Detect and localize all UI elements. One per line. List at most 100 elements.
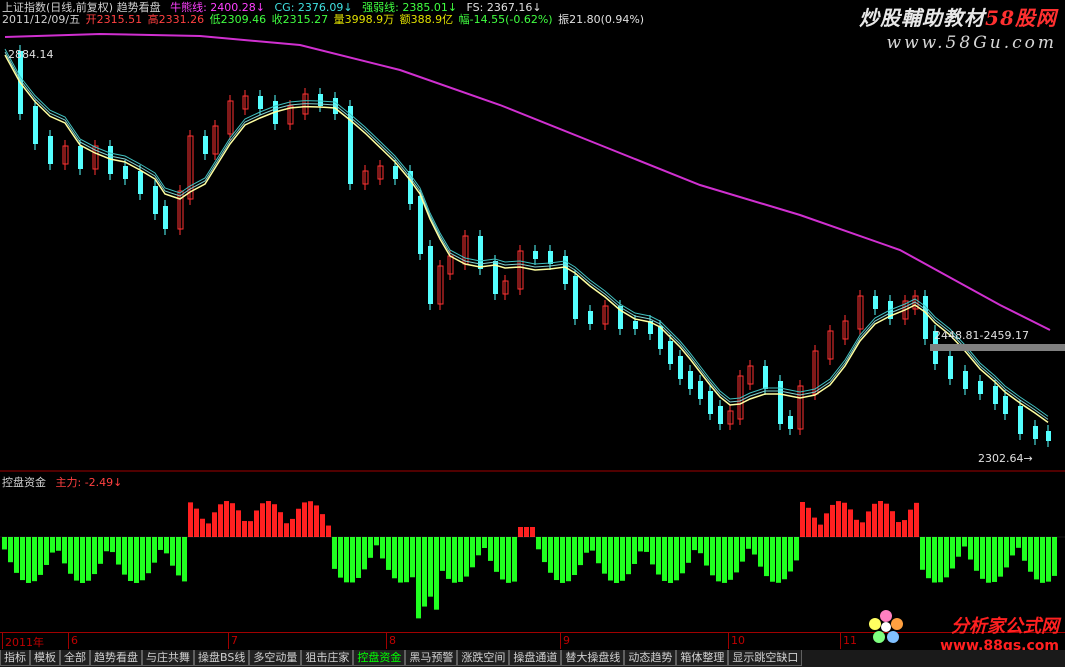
tab-item[interactable]: 模板 bbox=[30, 650, 60, 666]
indicator-bar bbox=[746, 537, 751, 549]
tab-item[interactable]: 箱体整理 bbox=[676, 650, 729, 666]
indicator-header: 控盘资金 主力: -2.49↓ bbox=[2, 476, 128, 489]
indicator-bar bbox=[524, 527, 529, 537]
indicator-bar bbox=[932, 537, 937, 583]
indicator-bar bbox=[896, 522, 901, 537]
indicator-bar bbox=[542, 537, 547, 563]
indicator-bar bbox=[686, 537, 691, 563]
candle-body bbox=[33, 106, 38, 144]
indicator-bar bbox=[170, 537, 175, 566]
tab-item[interactable]: 趋势看盘 bbox=[90, 650, 142, 666]
indicator-bar bbox=[890, 511, 895, 537]
indicator-bar bbox=[1034, 537, 1039, 580]
tab-item[interactable]: 狙击庄家 bbox=[301, 650, 354, 666]
tab-item[interactable]: 全部 bbox=[60, 650, 90, 666]
indicator-bar bbox=[224, 501, 229, 537]
indicator-bar bbox=[716, 537, 721, 582]
indicator-bar bbox=[602, 537, 607, 574]
time-axis-tick bbox=[728, 633, 729, 649]
indicator-bar bbox=[794, 537, 799, 561]
indicator-bar bbox=[332, 537, 337, 569]
indicator-bar bbox=[152, 537, 157, 563]
indicator-bar bbox=[326, 525, 331, 537]
indicator-main-value: 主力: -2.49↓ bbox=[55, 476, 123, 489]
indicator-bar bbox=[356, 537, 361, 578]
candle-body bbox=[533, 251, 538, 259]
indicator-bar bbox=[788, 537, 793, 572]
indicator-bar bbox=[212, 512, 217, 537]
indicator-bar bbox=[950, 537, 955, 569]
tab-item[interactable]: 与庄共舞 bbox=[142, 650, 194, 666]
candle-body bbox=[573, 276, 578, 319]
indicator-bar bbox=[974, 537, 979, 571]
indicator-bar bbox=[446, 537, 451, 579]
candle-body bbox=[138, 171, 143, 194]
indicator-bar bbox=[812, 517, 817, 537]
candle-body bbox=[668, 341, 673, 364]
indicator-bar bbox=[968, 537, 973, 560]
tab-item[interactable]: 操盘通道 bbox=[509, 650, 562, 666]
time-axis-tick bbox=[840, 633, 841, 649]
indicator-bar bbox=[386, 537, 391, 570]
indicator-bar bbox=[476, 537, 481, 556]
indicator-bar bbox=[806, 507, 811, 537]
tab-item[interactable]: 指标 bbox=[0, 650, 30, 666]
candle-body bbox=[978, 381, 983, 394]
indicator-bar bbox=[482, 537, 487, 548]
tab-item[interactable]: 显示跳空缺口 bbox=[728, 650, 803, 666]
candle-body bbox=[873, 296, 878, 309]
indicator-bar bbox=[980, 537, 985, 579]
indicator-bar bbox=[26, 537, 31, 583]
indicator-bar bbox=[536, 537, 541, 550]
indicator-bar bbox=[44, 537, 49, 565]
indicator-bar bbox=[410, 537, 415, 578]
site-logo: 分析家公式网 www.88gs.com bbox=[940, 612, 1059, 654]
tab-item[interactable]: 操盘BS线 bbox=[194, 650, 250, 666]
indicator-bar bbox=[734, 537, 739, 573]
tab-item[interactable]: 多空动量 bbox=[249, 650, 302, 666]
candle-body bbox=[563, 256, 568, 284]
time-axis-tick bbox=[2, 633, 3, 649]
indicator-bar bbox=[758, 537, 763, 567]
candle-body bbox=[1003, 396, 1008, 414]
indicator-bar bbox=[662, 537, 667, 581]
tab-item[interactable]: 涨跌空间 bbox=[457, 650, 510, 666]
indicator-bar bbox=[14, 537, 19, 573]
candle-body bbox=[778, 381, 783, 424]
indicator-bar bbox=[500, 537, 505, 580]
indicator-bar bbox=[770, 537, 775, 582]
indicator-bar bbox=[920, 537, 925, 570]
indicator-bar bbox=[554, 537, 559, 581]
tab-item[interactable]: 替大操盘线 bbox=[561, 650, 625, 666]
indicator-bar bbox=[242, 520, 247, 537]
tab-item[interactable]: 黑马预警 bbox=[405, 650, 458, 666]
indicator-bar bbox=[572, 537, 577, 576]
time-axis-label: 6 bbox=[71, 634, 78, 647]
candle-body bbox=[788, 416, 793, 429]
indicator-bar bbox=[494, 537, 499, 572]
candle-body bbox=[963, 371, 968, 389]
indicator-bar bbox=[1022, 537, 1027, 561]
indicator-bar bbox=[488, 537, 493, 561]
indicator-bar bbox=[1028, 537, 1033, 572]
indicator-bar bbox=[620, 537, 625, 581]
tab-item[interactable]: 控盘资金 bbox=[353, 650, 406, 666]
indicator-bar bbox=[836, 501, 841, 537]
indicator-bar bbox=[200, 518, 205, 537]
indicator-bar bbox=[1046, 537, 1051, 582]
indicator-bar bbox=[368, 537, 373, 558]
indicator-bar bbox=[2, 537, 7, 550]
indicator-bar bbox=[518, 527, 523, 537]
candle-body bbox=[1018, 406, 1023, 434]
kline-chart[interactable]: 2884.14 2448.81-2459.17 2302.64→ bbox=[0, 0, 1065, 632]
indicator-bar bbox=[278, 512, 283, 537]
indicator-bar bbox=[440, 537, 445, 571]
indicator-bar bbox=[50, 537, 55, 553]
candle-body bbox=[1046, 431, 1051, 441]
indicator-bar bbox=[176, 537, 181, 576]
indicator-bar bbox=[20, 537, 25, 581]
tab-item[interactable]: 动态趋势 bbox=[624, 650, 677, 666]
indicator-bar bbox=[506, 537, 511, 583]
indicator-bar bbox=[644, 537, 649, 552]
indicator-bar bbox=[320, 514, 325, 537]
